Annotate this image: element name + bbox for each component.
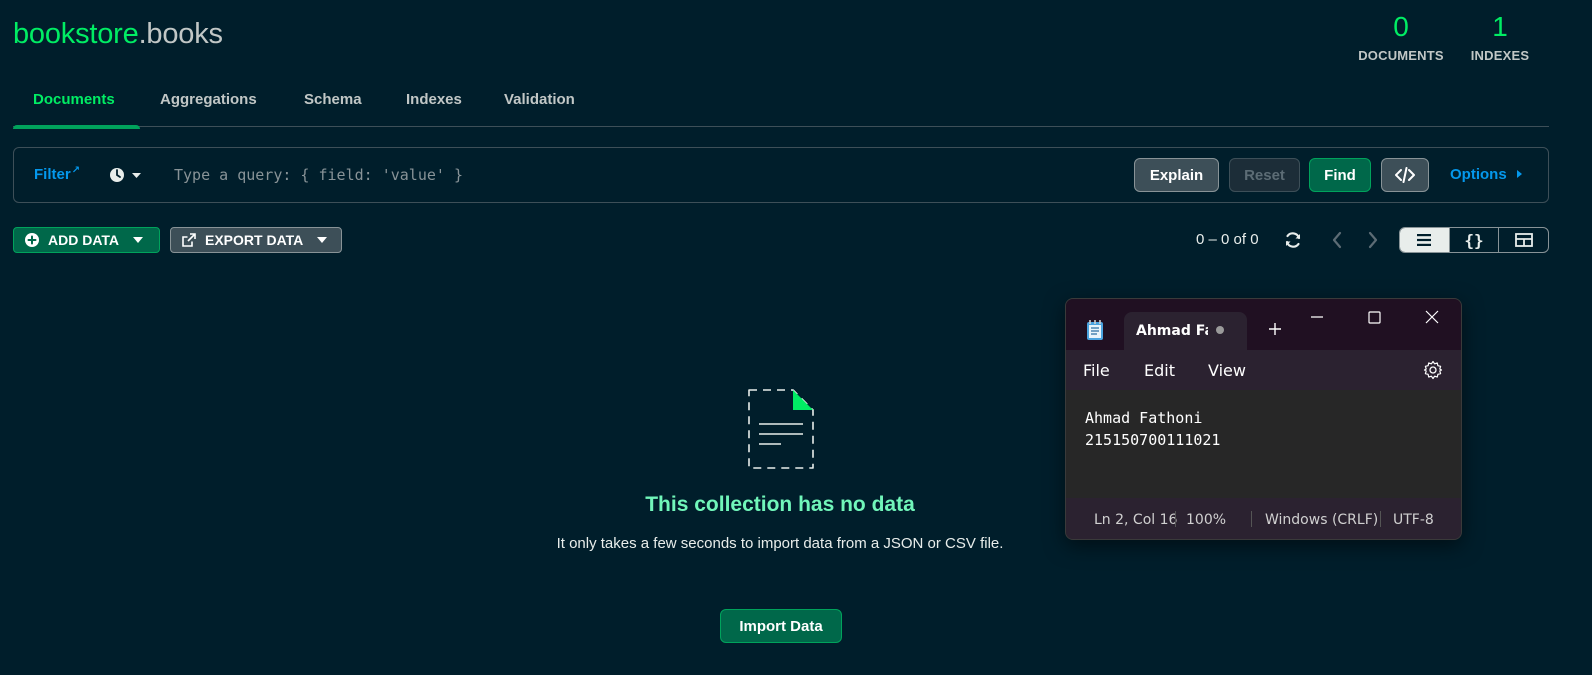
external-link-icon: ↗ [71,165,81,176]
status-divider [1175,511,1176,527]
editor-line: Ahmad Fathoni [1085,409,1203,427]
pagination-text: 0 – 0 of 0 [1196,231,1259,248]
chevron-down-icon [317,237,328,243]
indexes-label: INDEXES [1470,48,1530,63]
add-data-label: ADD DATA [48,232,120,248]
cursor-position: Ln 2, Col 16 [1094,512,1178,528]
maximize-icon [1368,311,1381,324]
minimize-button[interactable] [1302,307,1332,327]
list-icon [1417,234,1432,246]
empty-state-title: This collection has no data [645,493,915,516]
tab-schema[interactable]: Schema [304,84,362,127]
chevron-down-icon [133,237,144,243]
encoding[interactable]: UTF-8 [1393,512,1434,528]
chevron-left-icon [1332,231,1342,249]
options-label: Options [1450,166,1507,183]
notepad-icon [1085,319,1105,345]
notepad-tab-title: Ahmad Fa [1136,323,1208,339]
curly-braces-icon: {} [1464,230,1484,250]
new-tab-button[interactable] [1268,319,1282,339]
reset-button[interactable]: Reset [1229,158,1300,192]
notepad-menubar: File Edit View [1066,350,1461,390]
refresh-icon [1285,232,1301,248]
export-data-button[interactable]: EXPORT DATA [170,227,342,253]
find-button[interactable]: Find [1309,158,1371,192]
minimize-icon [1311,316,1323,318]
filter-link[interactable]: Filter↗ [34,165,81,183]
view-toggle: {} [1399,227,1549,253]
page-title: bookstore.books [13,18,223,51]
notepad-tab[interactable]: Ahmad Fa [1124,312,1247,350]
unsaved-indicator-icon [1216,326,1224,334]
tab-aggregations[interactable]: Aggregations [160,84,257,127]
plus-icon [1269,323,1281,335]
notepad-editor[interactable]: Ahmad Fathoni 215150700111021 [1066,390,1461,498]
menu-file[interactable]: File [1083,361,1110,380]
maximize-button[interactable] [1359,307,1389,327]
chevron-right-icon [1368,231,1378,249]
line-ending[interactable]: Windows (CRLF) [1265,512,1378,528]
gear-icon [1423,360,1443,380]
tab-documents[interactable]: Documents [13,84,140,129]
refresh-button[interactable] [1283,230,1303,250]
export-to-language-button[interactable] [1381,158,1429,192]
tab-validation[interactable]: Validation [504,84,575,127]
indexes-stat: 1 INDEXES [1466,11,1534,64]
collection-tabs: Documents Aggregations Schema Indexes Va… [13,84,1549,129]
menu-edit[interactable]: Edit [1144,361,1175,380]
list-view-button[interactable] [1400,228,1449,252]
clock-icon [110,168,141,182]
previous-page-button[interactable] [1328,230,1346,250]
json-view-button[interactable]: {} [1448,228,1500,252]
add-data-button[interactable]: ADD DATA [13,227,160,253]
explain-button[interactable]: Explain [1134,158,1219,192]
editor-line: 215150700111021 [1085,431,1221,449]
menu-view[interactable]: View [1208,361,1246,380]
notepad-statusbar: Ln 2, Col 16 100% Windows (CRLF) UTF-8 [1066,498,1461,539]
indexes-count: 1 [1492,11,1508,42]
collection-name: .books [138,18,223,50]
notepad-titlebar[interactable]: Ahmad Fa [1066,299,1461,350]
notepad-window: Ahmad Fa File Edit View Ahmad Fathoni 21… [1065,298,1462,540]
close-button[interactable] [1417,307,1447,327]
options-toggle[interactable]: Options [1450,166,1524,183]
export-icon [182,233,196,247]
next-page-button[interactable] [1364,230,1382,250]
close-icon [1425,310,1439,324]
tab-indexes[interactable]: Indexes [406,84,462,127]
import-data-button[interactable]: Import Data [720,609,842,643]
empty-document-icon [745,386,817,477]
status-divider [1251,511,1252,527]
table-view-button[interactable] [1499,228,1548,252]
query-history-button[interactable] [109,165,143,185]
documents-label: DOCUMENTS [1358,48,1444,63]
export-data-label: EXPORT DATA [205,232,304,248]
query-input[interactable] [174,161,874,189]
zoom-level[interactable]: 100% [1186,512,1226,528]
empty-state-description: It only takes a few seconds to import da… [556,535,1004,552]
status-divider [1380,511,1381,527]
caret-right-icon [1516,170,1522,178]
query-bar: Filter↗ Explain Reset Find Options [13,147,1549,203]
database-name: bookstore [13,18,139,50]
settings-button[interactable] [1423,360,1443,384]
documents-count: 0 [1393,11,1409,42]
plus-circle-icon [25,233,39,247]
filter-label: Filter [34,166,71,183]
code-icon [1395,167,1415,183]
table-icon [1514,233,1533,247]
documents-stat: 0 DOCUMENTS [1356,11,1446,64]
